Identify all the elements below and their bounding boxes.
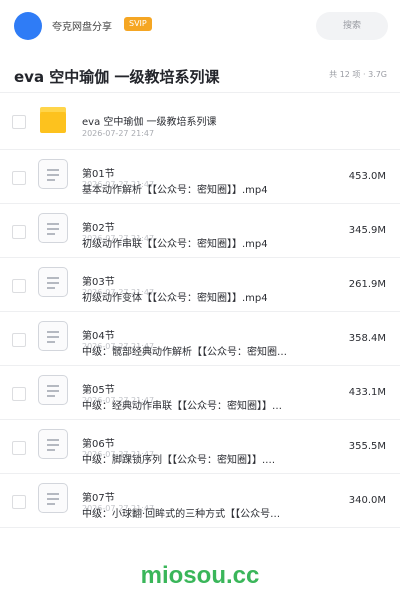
document-icon: [38, 483, 68, 513]
folder-name: eva 空中瑜伽 一级教培系列课: [82, 117, 217, 128]
file-label: 第04节: [82, 331, 115, 342]
document-icon: [38, 321, 68, 351]
file-size: 355.5M: [348, 441, 386, 452]
page-title: eva 空中瑜伽 一级教培系列课: [14, 68, 220, 86]
select-checkbox[interactable]: [12, 387, 26, 401]
file-label: 第06节: [82, 439, 115, 450]
folder-row[interactable]: eva 空中瑜伽 一级教培系列课 2026-07-27 21:47: [0, 93, 400, 150]
search-button[interactable]: 搜索: [316, 12, 388, 40]
select-checkbox[interactable]: [12, 279, 26, 293]
file-size: 261.9M: [348, 279, 386, 290]
file-name: 基本动作解析【【公众号：密知圈】】.mp4: [82, 185, 268, 196]
title-bar: eva 空中瑜伽 一级教培系列课 共 12 项 · 3.7G: [0, 60, 400, 90]
folder-date: 2026-07-27 21:47: [82, 129, 155, 138]
watermark: miosou.cc: [140, 562, 260, 589]
file-name: 中级：经典动作串联【【公众号：密知圈】】…: [82, 401, 282, 412]
folder-icon: [38, 107, 68, 133]
select-checkbox[interactable]: [12, 495, 26, 509]
share-owner-name: 夸克网盘分享: [52, 22, 112, 33]
file-label: 第03节: [82, 277, 115, 288]
file-row[interactable]: 第05节 2026-07-27 21:47 中级：经典动作串联【【公众号：密知圈…: [0, 366, 400, 420]
file-size: 358.4M: [348, 333, 386, 344]
file-row[interactable]: 第02节 2026-07-27 21:47 初级动作串联【【公众号：密知圈】】.…: [0, 204, 400, 258]
file-name: 中级：脚踝锁序列【【公众号：密知圈】】.…: [82, 455, 276, 466]
file-row[interactable]: 第06节 2026-07-27 21:47 中级：脚踝锁序列【【公众号：密知圈】…: [0, 420, 400, 474]
avatar[interactable]: [14, 12, 42, 40]
document-icon: [38, 267, 68, 297]
select-checkbox[interactable]: [12, 441, 26, 455]
document-icon: [38, 375, 68, 405]
file-label: 第01节: [82, 169, 115, 180]
document-icon: [38, 213, 68, 243]
file-row[interactable]: 第03节 2026-07-27 21:47 初级动作变体【【公众号：密知圈】】.…: [0, 258, 400, 312]
select-checkbox[interactable]: [12, 333, 26, 347]
document-icon: [38, 429, 68, 459]
file-row[interactable]: 第04节 2026-07-27 21:47 中级：髋部经典动作解析【【公众号：密…: [0, 312, 400, 366]
file-row[interactable]: 第07节 2026-07-27 21:47 中级：小球翻·回眸式的三种方式【【公…: [0, 474, 400, 528]
file-list: eva 空中瑜伽 一级教培系列课 2026-07-27 21:47 第01节 2…: [0, 93, 400, 528]
select-checkbox[interactable]: [12, 225, 26, 239]
file-label: 第05节: [82, 385, 115, 396]
file-name: 初级动作变体【【公众号：密知圈】】.mp4: [82, 293, 268, 304]
file-label: 第02节: [82, 223, 115, 234]
file-size: 453.0M: [348, 171, 386, 182]
file-row[interactable]: 第01节 2026-07-27 21:47 基本动作解析【【公众号：密知圈】】.…: [0, 150, 400, 204]
share-header: 夸克网盘分享 SVIP 搜索: [0, 0, 400, 52]
file-name: 中级：小球翻·回眸式的三种方式【【公众号…: [82, 509, 281, 520]
file-name: 初级动作串联【【公众号：密知圈】】.mp4: [82, 239, 268, 250]
svip-badge: SVIP: [124, 17, 152, 31]
file-size: 340.0M: [348, 495, 386, 506]
select-checkbox[interactable]: [12, 115, 26, 129]
file-size: 345.9M: [348, 225, 386, 236]
file-label: 第07节: [82, 493, 115, 504]
document-icon: [38, 159, 68, 189]
share-meta: 共 12 项 · 3.7G: [329, 70, 387, 79]
file-size: 433.1M: [348, 387, 386, 398]
file-name: 中级：髋部经典动作解析【【公众号：密知圈…: [82, 347, 287, 358]
select-checkbox[interactable]: [12, 171, 26, 185]
